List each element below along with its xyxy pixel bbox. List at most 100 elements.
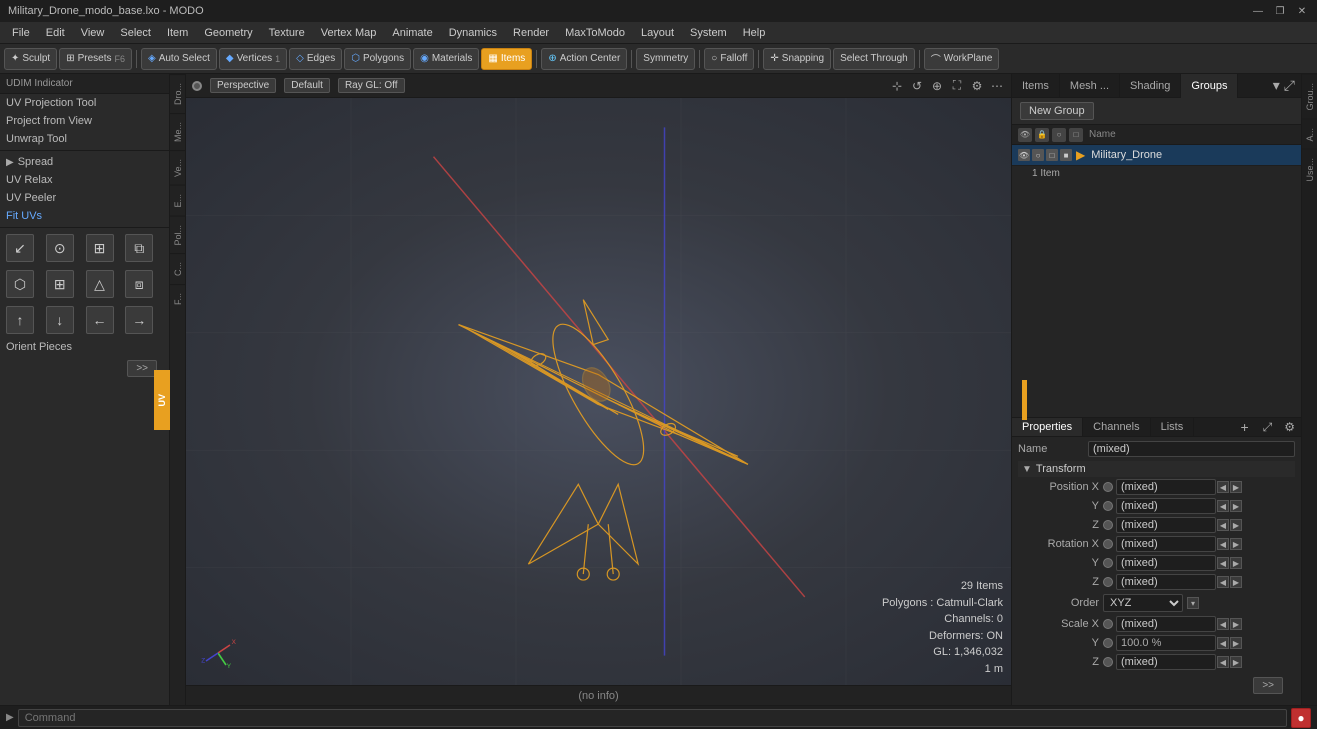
rot-z-input[interactable]: [1116, 574, 1216, 590]
arrow-down-icon[interactable]: ↓: [46, 306, 74, 334]
scale-x-circle[interactable]: [1103, 619, 1113, 629]
more-vp-icon[interactable]: ⋯: [989, 78, 1005, 94]
maximize-btn[interactable]: ❐: [1273, 4, 1287, 18]
menu-help[interactable]: Help: [735, 25, 774, 41]
zoom-icon[interactable]: ⊕: [929, 78, 945, 94]
arrow-left-icon[interactable]: ←: [86, 306, 114, 334]
transform-icon[interactable]: ⊹: [889, 78, 905, 94]
tool-icon-2[interactable]: ⊙: [46, 234, 74, 262]
uv-peeler-tool[interactable]: UV Peeler: [0, 189, 169, 207]
tab-items[interactable]: Items: [1012, 74, 1060, 98]
side-tab-pol[interactable]: Pol...: [170, 216, 185, 254]
transform-header[interactable]: ▼ Transform: [1018, 461, 1295, 477]
rss-tab-grou[interactable]: Grou...: [1302, 74, 1317, 119]
menu-maxtomodo[interactable]: MaxToModo: [557, 25, 633, 41]
symmetry-btn[interactable]: Symmetry: [636, 48, 695, 70]
vertices-btn[interactable]: ◆ Vertices 1: [219, 48, 287, 70]
expand-tabs-btn[interactable]: ▾ ⤢: [1267, 77, 1301, 94]
render-icon[interactable]: □: [1069, 128, 1083, 142]
rss-tab-use[interactable]: Use...: [1302, 149, 1317, 190]
props-more-btn[interactable]: >>: [1253, 677, 1283, 694]
close-btn[interactable]: ✕: [1295, 4, 1309, 18]
sculpt-btn[interactable]: ✦ Sculpt: [4, 48, 57, 70]
pos-y-input[interactable]: [1116, 498, 1216, 514]
scale-z-input[interactable]: [1116, 654, 1216, 670]
presets-btn[interactable]: ⊞ Presets F6: [59, 48, 132, 70]
pos-y-circle[interactable]: [1103, 501, 1113, 511]
side-tab-ve[interactable]: Ve...: [170, 150, 185, 185]
tab-shading[interactable]: Shading: [1120, 74, 1181, 98]
rot-x-right-btn[interactable]: ▶: [1230, 538, 1242, 550]
scale-y-input[interactable]: [1116, 635, 1216, 651]
tool-icon-5[interactable]: ⬡: [6, 270, 34, 298]
rot-z-right-btn[interactable]: ▶: [1230, 576, 1242, 588]
viewport-canvas[interactable]: 29 Items Polygons : Catmull-Clark Channe…: [186, 98, 1011, 685]
unwrap-tool[interactable]: Unwrap Tool: [0, 130, 169, 148]
rot-x-left-btn[interactable]: ◀: [1217, 538, 1229, 550]
action-center-btn[interactable]: ⊕ Action Center: [541, 48, 627, 70]
side-tab-dro[interactable]: Dro...: [170, 74, 185, 113]
order-down-btn[interactable]: ▾: [1187, 597, 1199, 609]
menu-select[interactable]: Select: [112, 25, 159, 41]
fit-icon[interactable]: ⛶: [949, 78, 965, 94]
execute-btn[interactable]: ●: [1291, 708, 1311, 728]
pos-z-input[interactable]: [1116, 517, 1216, 533]
props-settings-icon[interactable]: ⚙: [1278, 420, 1301, 434]
scale-z-left-btn[interactable]: ◀: [1217, 656, 1229, 668]
auto-select-btn[interactable]: ◈ Auto Select: [141, 48, 217, 70]
window-controls[interactable]: — ❐ ✕: [1251, 4, 1309, 18]
rot-x-circle[interactable]: [1103, 539, 1113, 549]
arrow-right-icon[interactable]: →: [125, 306, 153, 334]
fit-uvs-tool[interactable]: Fit UVs: [0, 207, 169, 225]
rot-x-input[interactable]: [1116, 536, 1216, 552]
rot-y-left-btn[interactable]: ◀: [1217, 557, 1229, 569]
items-btn[interactable]: ▦ Items: [481, 48, 532, 70]
perspective-btn[interactable]: Perspective: [210, 78, 276, 93]
menu-item[interactable]: Item: [159, 25, 196, 41]
rot-y-right-btn[interactable]: ▶: [1230, 557, 1242, 569]
project-from-view[interactable]: Project from View: [0, 112, 169, 130]
settings-icon[interactable]: ⚙: [969, 78, 985, 94]
scale-x-left-btn[interactable]: ◀: [1217, 618, 1229, 630]
row-eye-icon[interactable]: 👁: [1018, 149, 1030, 161]
default-btn[interactable]: Default: [284, 78, 330, 93]
uv-side-tab[interactable]: UV: [154, 370, 170, 430]
rot-z-circle[interactable]: [1103, 577, 1113, 587]
scale-z-right-btn[interactable]: ▶: [1230, 656, 1242, 668]
lock-icon[interactable]: 🔒: [1035, 128, 1049, 142]
raygl-btn[interactable]: Ray GL: Off: [338, 78, 405, 93]
item-row-military-drone[interactable]: 👁 ○ □ ■ ▶ Military_Drone: [1012, 145, 1301, 166]
menu-layout[interactable]: Layout: [633, 25, 682, 41]
side-tab-f[interactable]: F...: [170, 284, 185, 313]
snapping-btn[interactable]: ✛ Snapping: [763, 48, 831, 70]
tool-icon-4[interactable]: ⧉: [125, 234, 153, 262]
pos-y-right-btn[interactable]: ▶: [1230, 500, 1242, 512]
eye-icon[interactable]: 👁: [1018, 128, 1032, 142]
menu-texture[interactable]: Texture: [261, 25, 313, 41]
pos-x-right-btn[interactable]: ▶: [1230, 481, 1242, 493]
pos-z-circle[interactable]: [1103, 520, 1113, 530]
menu-file[interactable]: File: [4, 25, 38, 41]
menu-geometry[interactable]: Geometry: [196, 25, 260, 41]
tab-groups[interactable]: Groups: [1181, 74, 1238, 98]
side-tab-e[interactable]: E...: [170, 185, 185, 216]
side-tab-c[interactable]: C...: [170, 253, 185, 284]
pos-z-right-btn[interactable]: ▶: [1230, 519, 1242, 531]
menu-edit[interactable]: Edit: [38, 25, 73, 41]
rot-y-circle[interactable]: [1103, 558, 1113, 568]
tab-mesh[interactable]: Mesh ...: [1060, 74, 1120, 98]
polygons-btn[interactable]: ⬡ Polygons: [344, 48, 411, 70]
pos-z-left-btn[interactable]: ◀: [1217, 519, 1229, 531]
edges-btn[interactable]: ◇ Edges: [289, 48, 342, 70]
scale-x-right-btn[interactable]: ▶: [1230, 618, 1242, 630]
menu-vertex-map[interactable]: Vertex Map: [313, 25, 385, 41]
tool-icon-1[interactable]: ↙: [6, 234, 34, 262]
more-btn[interactable]: >>: [127, 360, 157, 377]
materials-btn[interactable]: ◉ Materials: [413, 48, 479, 70]
scale-y-circle[interactable]: [1103, 638, 1113, 648]
uv-relax-tool[interactable]: UV Relax: [0, 171, 169, 189]
rot-z-left-btn[interactable]: ◀: [1217, 576, 1229, 588]
arrow-up-icon[interactable]: ↑: [6, 306, 34, 334]
row-render-icon[interactable]: ■: [1060, 149, 1072, 161]
menu-view[interactable]: View: [73, 25, 113, 41]
